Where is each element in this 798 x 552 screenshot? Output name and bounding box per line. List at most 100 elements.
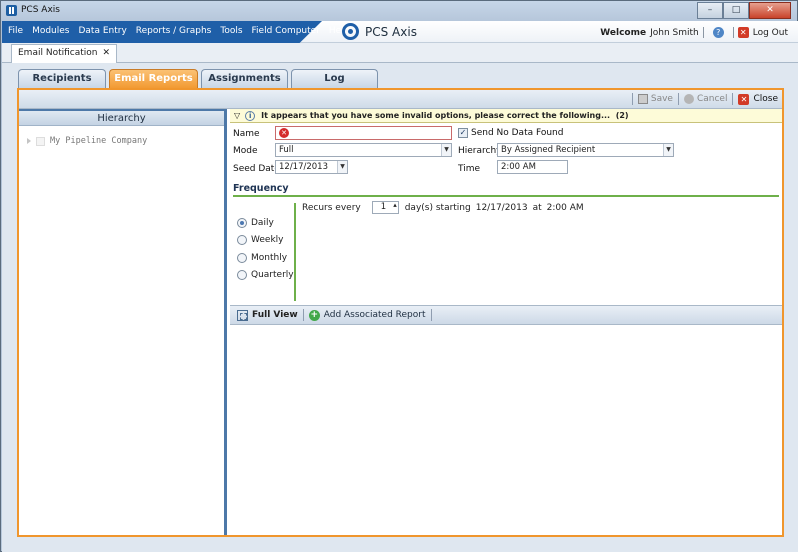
close-icon: ✕: [738, 93, 750, 105]
user-area: Welcome John Smith ? ✕ Log Out: [600, 27, 788, 38]
tab-email-reports[interactable]: Email Reports: [109, 69, 198, 88]
menu-field-computer[interactable]: Field Computer: [252, 26, 320, 36]
frequency-vertical-divider: [294, 203, 296, 301]
seed-date-label: Seed Date: [233, 164, 280, 174]
menu-file[interactable]: File: [8, 26, 23, 36]
radio-button[interactable]: [237, 253, 247, 263]
tab-strip: Recipients Email Reports Assignments Log: [18, 69, 381, 88]
tree-node-label: My Pipeline Company: [50, 136, 148, 146]
menu-items: File Modules Data Entry Reports / Graphs…: [8, 26, 358, 36]
recurrence-row: Recurs every 1 day(s) starting 12/17/201…: [302, 200, 589, 214]
validation-warning-bar[interactable]: ▽ i It appears that you have some invali…: [230, 109, 782, 123]
divider: [702, 27, 704, 38]
radio-monthly[interactable]: Monthly: [237, 253, 287, 263]
seed-date-picker[interactable]: 12/17/2013 ▼: [275, 160, 348, 174]
recurs-every-label: Recurs every: [302, 202, 361, 213]
warning-text: It appears that you have some invalid op…: [261, 111, 611, 120]
radio-button[interactable]: [237, 235, 247, 245]
document-tab-bar: Email Notification ✕: [2, 43, 798, 63]
document-tab-label: Email Notification: [18, 48, 98, 58]
window-title: PCS Axis: [21, 5, 60, 15]
time-label: Time: [458, 164, 481, 174]
radio-weekly[interactable]: Weekly: [237, 235, 283, 245]
app-window: PCS Axis – □ ✕ File Modules Data Entry R…: [0, 0, 798, 552]
radio-daily[interactable]: Daily: [237, 218, 274, 228]
start-date-value: 12/17/2013: [475, 202, 528, 213]
cancel-button[interactable]: Cancel: [683, 94, 728, 104]
tab-assignments[interactable]: Assignments: [201, 69, 288, 88]
start-time-value: 2:00 AM: [546, 202, 584, 213]
main-content: Recipients Email Reports Assignments Log…: [2, 63, 798, 552]
tree-checkbox[interactable]: [36, 136, 45, 146]
divider: [677, 93, 679, 105]
at-label: at: [532, 202, 542, 213]
brand-name: PCS Axis: [365, 24, 417, 39]
hierarchy-pane: Hierarchy My Pipeline Company: [19, 109, 227, 535]
tab-log[interactable]: Log: [291, 69, 378, 88]
cancel-label: Cancel: [696, 94, 728, 104]
radio-label: Weekly: [251, 235, 284, 245]
menu-modules[interactable]: Modules: [32, 26, 69, 36]
chevron-down-icon: ▼: [441, 144, 451, 156]
mode-select[interactable]: Full ▼: [275, 143, 452, 157]
expand-arrow-icon[interactable]: [27, 138, 31, 144]
full-view-icon: [237, 309, 248, 321]
radio-label: Monthly: [251, 253, 288, 263]
time-field[interactable]: 2:00 AM: [497, 160, 568, 174]
info-icon: i: [245, 110, 256, 121]
menu-data-entry[interactable]: Data Entry: [78, 26, 126, 36]
tree-node-root[interactable]: My Pipeline Company: [27, 136, 147, 146]
close-window-button[interactable]: ✕: [749, 2, 791, 19]
menu-tools[interactable]: Tools: [220, 26, 242, 36]
minimize-button[interactable]: –: [697, 2, 723, 19]
welcome-label: Welcome: [600, 27, 647, 38]
close-button[interactable]: ✕ Close: [738, 93, 778, 105]
menu-reports-graphs[interactable]: Reports / Graphs: [136, 26, 212, 36]
divider: [732, 27, 734, 38]
radio-label: Quarterly: [251, 270, 294, 280]
add-associated-report-button[interactable]: Add Associated Report: [324, 310, 426, 320]
full-view-button[interactable]: Full View: [252, 310, 298, 320]
mode-value: Full: [279, 145, 294, 155]
divider: [302, 309, 304, 321]
report-settings-pane: ▽ i It appears that you have some invali…: [230, 109, 782, 535]
hierarchy-header: Hierarchy: [19, 109, 224, 126]
radio-label: Daily: [251, 218, 274, 228]
email-reports-panel: Save Cancel ✕ Close Hierarchy My Pipelin…: [17, 88, 784, 537]
document-tab-email-notification[interactable]: Email Notification ✕: [11, 44, 118, 63]
maximize-button[interactable]: □: [723, 2, 749, 19]
collapse-triangle-icon[interactable]: ▽: [234, 111, 240, 120]
hierarchy-select[interactable]: By Assigned Recipient ▼: [497, 143, 674, 157]
tab-recipients[interactable]: Recipients: [18, 69, 106, 88]
close-label: Close: [753, 94, 778, 104]
hierarchy-value: By Assigned Recipient: [501, 145, 596, 155]
divider: [430, 309, 432, 321]
save-button[interactable]: Save: [637, 94, 673, 104]
logout-link[interactable]: Log Out: [753, 28, 788, 38]
name-field[interactable]: ✕: [275, 126, 452, 140]
radio-quarterly[interactable]: Quarterly: [237, 270, 294, 280]
logout-icon[interactable]: ✕: [737, 27, 749, 38]
warning-count: (2): [615, 111, 629, 120]
chevron-down-icon: ▼: [663, 144, 673, 156]
brand: PCS Axis: [342, 23, 417, 40]
panel-toolbar: Save Cancel ✕ Close: [19, 90, 782, 109]
seed-date-value: 12/17/2013: [279, 162, 328, 172]
frequency-title: Frequency: [233, 183, 289, 194]
radio-button[interactable]: [237, 270, 247, 280]
radio-button[interactable]: [237, 218, 247, 228]
name-label: Name: [233, 129, 260, 139]
frequency-divider: [233, 195, 779, 197]
title-bar: PCS Axis – □ ✕: [1, 1, 797, 21]
help-icon[interactable]: ?: [712, 27, 724, 38]
user-name: John Smith: [650, 27, 699, 38]
divider: [732, 93, 734, 105]
toolbar-actions: Save Cancel ✕ Close: [627, 93, 778, 105]
save-label: Save: [650, 94, 673, 104]
send-no-data-checkbox[interactable]: ✓: [458, 128, 468, 138]
cancel-icon: [683, 94, 694, 104]
time-value: 2:00 AM: [501, 162, 536, 172]
interval-stepper[interactable]: 1: [371, 200, 399, 214]
hierarchy-label: Hierarchy: [458, 146, 502, 156]
close-tab-icon[interactable]: ✕: [102, 48, 110, 58]
